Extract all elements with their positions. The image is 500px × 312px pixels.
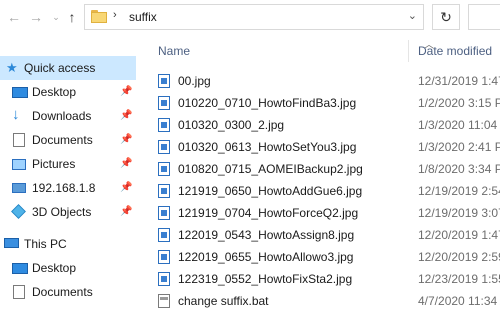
file-row[interactable]: 122319_0552_HowtoFixSta2.jpg 12/23/2019 … bbox=[146, 268, 500, 290]
arrow-up-icon: ↑ bbox=[68, 9, 76, 25]
jpg-file-icon bbox=[158, 118, 170, 132]
jpg-file-icon bbox=[158, 272, 170, 286]
file-date: 12/19/2019 2:54 bbox=[418, 184, 500, 198]
sidebar-item-desktop[interactable]: Desktop 📌 bbox=[0, 80, 136, 104]
sidebar-item-quick-access[interactable]: ★ Quick access bbox=[0, 56, 136, 80]
file-date: 4/7/2020 11:34 A bbox=[418, 294, 500, 308]
address-bar: ← → ⌄ ↑ › suffix ⌄ ↻ bbox=[0, 0, 500, 36]
file-name: 122019_0655_HowtoAllowo3.jpg bbox=[178, 250, 354, 264]
file-name: 010220_0710_HowtoFindBa3.jpg bbox=[178, 96, 357, 110]
download-icon: ↓ bbox=[12, 106, 20, 123]
computer-icon bbox=[4, 238, 19, 248]
file-date: 12/19/2019 3:07 bbox=[418, 206, 500, 220]
sidebar-item-documents[interactable]: Documents 📌 bbox=[0, 128, 136, 152]
recent-locations-button[interactable]: ⌄ bbox=[48, 8, 64, 26]
pin-icon[interactable]: 📌 bbox=[120, 104, 132, 128]
file-date: 1/3/2020 11:04 A bbox=[418, 118, 500, 132]
file-date: 1/2/2020 3:15 PI bbox=[418, 96, 500, 110]
chevron-down-icon: ⌄ bbox=[52, 12, 60, 22]
file-row[interactable]: 121919_0650_HowtoAddGue6.jpg 12/19/2019 … bbox=[146, 180, 500, 202]
arrow-left-icon: ← bbox=[7, 9, 21, 25]
pin-icon[interactable]: 📌 bbox=[120, 80, 132, 104]
up-button[interactable]: ↑ bbox=[64, 8, 80, 26]
file-row[interactable]: 010820_0715_AOMEIBackup2.jpg 1/8/2020 3:… bbox=[146, 158, 500, 180]
pictures-icon bbox=[12, 159, 26, 170]
network-drive-icon bbox=[12, 183, 26, 193]
jpg-file-icon bbox=[158, 74, 170, 88]
file-row[interactable]: 010220_0710_HowtoFindBa3.jpg 1/2/2020 3:… bbox=[146, 92, 500, 114]
pin-icon[interactable]: 📌 bbox=[120, 200, 132, 224]
desktop-icon bbox=[12, 263, 28, 274]
sidebar-item-this-pc-desktop[interactable]: Desktop bbox=[0, 256, 136, 280]
pin-icon[interactable]: 📌 bbox=[120, 128, 132, 152]
file-date: 12/31/2019 1:47 bbox=[418, 74, 500, 88]
file-date: 12/23/2019 1:55 bbox=[418, 272, 500, 286]
file-list: ︿ Name Date modified 00.jpg 12/31/2019 1… bbox=[146, 36, 500, 308]
column-header-date-modified[interactable]: Date modified bbox=[418, 44, 492, 58]
jpg-file-icon bbox=[158, 140, 170, 154]
file-name: change suffix.bat bbox=[178, 294, 269, 308]
pin-icon[interactable]: 📌 bbox=[120, 176, 132, 200]
file-row[interactable]: 00.jpg 12/31/2019 1:47 bbox=[146, 70, 500, 92]
file-name: 010320_0300_2.jpg bbox=[178, 118, 285, 132]
search-input[interactable] bbox=[468, 4, 500, 30]
breadcrumb-current-folder[interactable]: suffix bbox=[129, 10, 157, 24]
bat-file-icon bbox=[158, 294, 170, 308]
folder-icon bbox=[91, 10, 107, 23]
jpg-file-icon bbox=[158, 228, 170, 242]
arrow-right-icon: → bbox=[29, 9, 43, 25]
documents-icon bbox=[13, 285, 25, 299]
file-row[interactable]: 010320_0613_HowtoSetYou3.jpg 1/3/2020 2:… bbox=[146, 136, 500, 158]
sidebar-item-this-pc[interactable]: This PC bbox=[0, 232, 136, 256]
pin-icon[interactable]: 📌 bbox=[120, 152, 132, 176]
jpg-file-icon bbox=[158, 96, 170, 110]
file-name: 121919_0704_HowtoForceQ2.jpg bbox=[178, 206, 359, 220]
sidebar-item-3d-objects[interactable]: 3D Objects 📌 bbox=[0, 200, 136, 224]
documents-icon bbox=[13, 133, 25, 147]
file-row[interactable]: 122019_0655_HowtoAllowo3.jpg 12/20/2019 … bbox=[146, 246, 500, 268]
jpg-file-icon bbox=[158, 250, 170, 264]
file-date: 12/20/2019 2:59 bbox=[418, 250, 500, 264]
jpg-file-icon bbox=[158, 184, 170, 198]
jpg-file-icon bbox=[158, 206, 170, 220]
forward-button[interactable]: → bbox=[28, 8, 44, 26]
file-name: 121919_0650_HowtoAddGue6.jpg bbox=[178, 184, 363, 198]
file-row[interactable]: change suffix.bat 4/7/2020 11:34 A bbox=[146, 290, 500, 312]
file-name: 010820_0715_AOMEIBackup2.jpg bbox=[178, 162, 363, 176]
file-date: 1/3/2020 2:41 PI bbox=[418, 140, 500, 154]
file-row[interactable]: 121919_0704_HowtoForceQ2.jpg 12/19/2019 … bbox=[146, 202, 500, 224]
sidebar-item-downloads[interactable]: ↓ Downloads 📌 bbox=[0, 104, 136, 128]
file-name: 00.jpg bbox=[178, 74, 211, 88]
column-divider[interactable] bbox=[408, 40, 409, 62]
file-name: 010320_0613_HowtoSetYou3.jpg bbox=[178, 140, 357, 154]
3d-objects-icon bbox=[11, 204, 26, 219]
navigation-pane: ★ Quick access Desktop 📌 ↓ Downloads 📌 D… bbox=[0, 36, 142, 300]
refresh-icon: ↻ bbox=[440, 9, 452, 25]
file-date: 1/8/2020 3:34 PI bbox=[418, 162, 500, 176]
desktop-icon bbox=[12, 87, 28, 98]
breadcrumb-separator: › bbox=[113, 9, 117, 21]
sidebar-item-network-drive[interactable]: 192.168.1.8 📌 bbox=[0, 176, 136, 200]
address-dropdown-chevron-icon[interactable]: ⌄ bbox=[408, 9, 417, 22]
address-field[interactable]: › suffix ⌄ bbox=[84, 4, 424, 30]
refresh-button[interactable]: ↻ bbox=[432, 4, 460, 30]
file-row[interactable]: 010320_0300_2.jpg 1/3/2020 11:04 A bbox=[146, 114, 500, 136]
sidebar-item-this-pc-documents[interactable]: Documents bbox=[0, 280, 136, 304]
column-header-name[interactable]: Name bbox=[158, 44, 190, 58]
file-row[interactable]: 122019_0543_HowtoAssign8.jpg 12/20/2019 … bbox=[146, 224, 500, 246]
file-date: 12/20/2019 1:47 bbox=[418, 228, 500, 242]
star-icon: ★ bbox=[6, 60, 18, 75]
back-button[interactable]: ← bbox=[6, 8, 22, 26]
sidebar-item-pictures[interactable]: Pictures 📌 bbox=[0, 152, 136, 176]
jpg-file-icon bbox=[158, 162, 170, 176]
file-name: 122319_0552_HowtoFixSta2.jpg bbox=[178, 272, 353, 286]
file-name: 122019_0543_HowtoAssign8.jpg bbox=[178, 228, 355, 242]
